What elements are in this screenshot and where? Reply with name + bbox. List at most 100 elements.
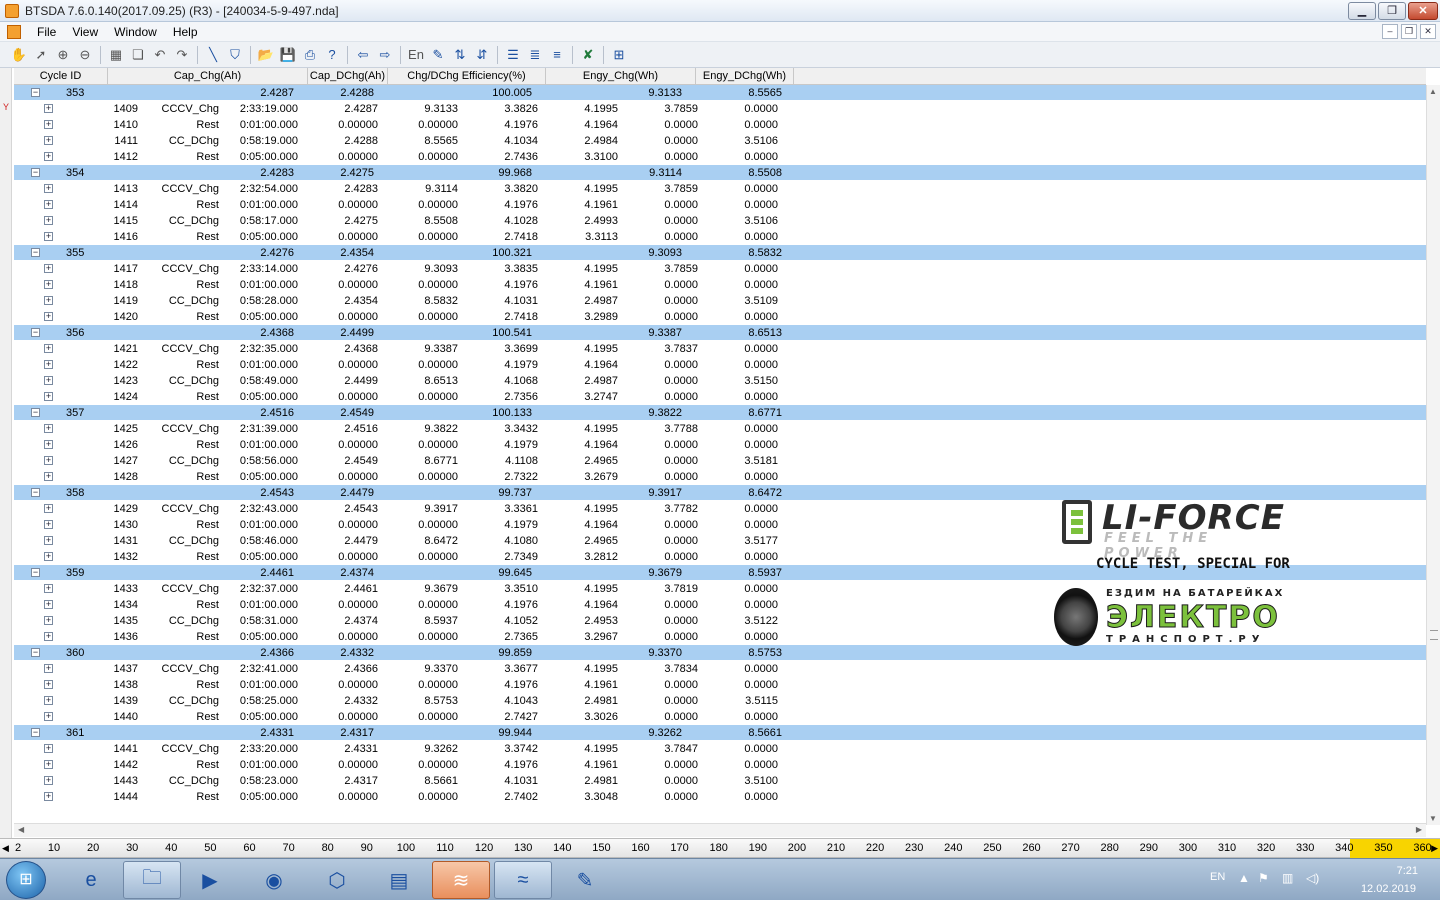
- step-row[interactable]: +1425 CCCV_Chg 2:31:39.000 2.4516 9.3822 3.34…: [14, 421, 1426, 437]
- expand-icon[interactable]: +: [44, 584, 53, 593]
- filter-icon[interactable]: ⛉: [224, 44, 246, 66]
- expand-icon[interactable]: +: [44, 264, 53, 273]
- expand-icon[interactable]: +: [44, 536, 53, 545]
- sort-desc-icon[interactable]: ⇵: [471, 44, 493, 66]
- expand-icon[interactable]: +: [44, 504, 53, 513]
- table-view-icon[interactable]: ☰: [502, 44, 524, 66]
- cycle-row[interactable]: − 356 2.4368 2.4499 100.541 9.3387 8.6513: [14, 325, 1426, 340]
- expand-icon[interactable]: +: [44, 664, 53, 673]
- expand-icon[interactable]: +: [44, 472, 53, 481]
- internet-explorer-icon[interactable]: e: [62, 861, 120, 899]
- media-player-icon[interactable]: ▶: [181, 861, 239, 899]
- expand-icon[interactable]: +: [44, 392, 53, 401]
- step-row[interactable]: +1413 CCCV_Chg 2:32:54.000 2.4283 9.3114 3.38…: [14, 181, 1426, 197]
- collapse-icon[interactable]: −: [31, 568, 40, 577]
- expand-icon[interactable]: +: [44, 184, 53, 193]
- expand-icon[interactable]: +: [44, 296, 53, 305]
- header-cap-dchg[interactable]: Cap_DChg(Ah): [308, 68, 388, 85]
- step-row[interactable]: +1409 CCCV_Chg 2:33:19.000 2.4287 9.3133 3.38…: [14, 101, 1426, 117]
- minimize-button[interactable]: ▁: [1348, 2, 1376, 20]
- scroll-left-icon[interactable]: ◀: [18, 825, 24, 834]
- line-tool-icon[interactable]: ╲: [202, 44, 224, 66]
- expand-icon[interactable]: +: [44, 424, 53, 433]
- step-row[interactable]: +1414 Rest 0:01:00.000 0.00000 0.00000 4.1976…: [14, 197, 1426, 213]
- clock-time[interactable]: 7:21: [1397, 865, 1418, 877]
- expand-icon[interactable]: +: [44, 232, 53, 241]
- header-cycle-id[interactable]: Cycle ID: [14, 68, 108, 85]
- expand-icon[interactable]: +: [44, 376, 53, 385]
- step-row[interactable]: +1444 Rest 0:05:00.000 0.00000 0.00000 2.7402…: [14, 789, 1426, 805]
- expand-icon[interactable]: +: [44, 744, 53, 753]
- start-button[interactable]: ⊞: [6, 861, 46, 899]
- step-row[interactable]: +1424 Rest 0:05:00.000 0.00000 0.00000 2.7356…: [14, 389, 1426, 405]
- expand-icon[interactable]: +: [44, 760, 53, 769]
- expand-icon[interactable]: +: [44, 280, 53, 289]
- step-row[interactable]: +1420 Rest 0:05:00.000 0.00000 0.00000 2.7418…: [14, 309, 1426, 325]
- detail-view-icon[interactable]: ≡: [546, 44, 568, 66]
- back-icon[interactable]: ⇦: [352, 44, 374, 66]
- menu-help[interactable]: Help: [165, 22, 206, 42]
- expand-icon[interactable]: +: [44, 360, 53, 369]
- menu-file[interactable]: File: [29, 22, 64, 42]
- expand-icon[interactable]: +: [44, 776, 53, 785]
- copy-icon[interactable]: ❏: [127, 44, 149, 66]
- scroll-up-icon[interactable]: ▲: [1429, 87, 1437, 96]
- file-explorer-icon[interactable]: 🗀: [123, 861, 181, 899]
- close-button[interactable]: ✕: [1408, 2, 1438, 20]
- expand-icon[interactable]: +: [44, 312, 53, 321]
- undo-icon[interactable]: ↶: [149, 44, 171, 66]
- expand-icon[interactable]: +: [44, 200, 53, 209]
- cycle-row[interactable]: − 361 2.4331 2.4317 99.944 9.3262 8.5661: [14, 725, 1426, 740]
- step-row[interactable]: +1442 Rest 0:01:00.000 0.00000 0.00000 4.1976…: [14, 757, 1426, 773]
- document-icon[interactable]: [7, 24, 21, 39]
- calculator-icon[interactable]: ▤: [370, 861, 428, 899]
- ruler-right-arrow-icon[interactable]: ▶: [1431, 843, 1438, 854]
- scroll-down-icon[interactable]: ▼: [1429, 814, 1437, 823]
- step-row[interactable]: +1426 Rest 0:01:00.000 0.00000 0.00000 4.1979…: [14, 437, 1426, 453]
- ruler-left-arrow-icon[interactable]: ◀: [2, 843, 9, 854]
- step-row[interactable]: +1422 Rest 0:01:00.000 0.00000 0.00000 4.1979…: [14, 357, 1426, 373]
- expand-icon[interactable]: +: [44, 680, 53, 689]
- step-row[interactable]: +1421 CCCV_Chg 2:32:35.000 2.4368 9.3387 3.36…: [14, 341, 1426, 357]
- expand-icon[interactable]: +: [44, 456, 53, 465]
- sort-asc-icon[interactable]: ⇅: [449, 44, 471, 66]
- step-row[interactable]: +1412 Rest 0:05:00.000 0.00000 0.00000 2.7436…: [14, 149, 1426, 165]
- expand-icon[interactable]: +: [44, 120, 53, 129]
- step-row[interactable]: +1423 CC_DChg 0:58:49.000 2.4499 8.6513 4.106…: [14, 373, 1426, 389]
- language-icon[interactable]: En: [405, 44, 427, 66]
- collapse-icon[interactable]: −: [31, 728, 40, 737]
- cycle-row[interactable]: − 354 2.4283 2.4275 99.968 9.3114 8.5508: [14, 165, 1426, 180]
- tray-expand-icon[interactable]: ▲: [1238, 871, 1250, 885]
- help-icon[interactable]: ?: [321, 44, 343, 66]
- header-cap-chg[interactable]: Cap_Chg(Ah): [108, 68, 308, 85]
- header-engy-dchg[interactable]: Engy_DChg(Wh): [696, 68, 794, 85]
- step-row[interactable]: +1417 CCCV_Chg 2:33:14.000 2.4276 9.3093 3.38…: [14, 261, 1426, 277]
- open-folder-icon[interactable]: 📂: [255, 44, 277, 66]
- collapse-icon[interactable]: −: [31, 168, 40, 177]
- expand-icon[interactable]: +: [44, 152, 53, 161]
- step-row[interactable]: +1443 CC_DChg 0:58:23.000 2.4317 8.5661 4.103…: [14, 773, 1426, 789]
- action-center-icon[interactable]: ⚑: [1258, 871, 1269, 885]
- expand-icon[interactable]: +: [44, 792, 53, 801]
- expand-icon[interactable]: +: [44, 344, 53, 353]
- network-icon[interactable]: ▥: [1282, 871, 1293, 885]
- collapse-icon[interactable]: −: [31, 648, 40, 657]
- step-row[interactable]: +1416 Rest 0:05:00.000 0.00000 0.00000 2.7418…: [14, 229, 1426, 245]
- step-row[interactable]: +1439 CC_DChg 0:58:25.000 2.4332 8.5753 4.104…: [14, 693, 1426, 709]
- collapse-icon[interactable]: −: [31, 88, 40, 97]
- expand-icon[interactable]: +: [44, 616, 53, 625]
- horizontal-scrollbar[interactable]: ◀ ▶: [14, 823, 1426, 837]
- forward-icon[interactable]: ⇨: [374, 44, 396, 66]
- list-view-icon[interactable]: ≣: [524, 44, 546, 66]
- volume-icon[interactable]: ◁): [1306, 871, 1319, 885]
- vertical-scrollbar[interactable]: ▲ ▼: [1426, 85, 1440, 825]
- marker-icon[interactable]: ✎: [427, 44, 449, 66]
- cycle-row[interactable]: − 353 2.4287 2.4288 100.005 9.3133 8.5565: [14, 85, 1426, 100]
- mdi-minimize-button[interactable]: –: [1382, 24, 1398, 39]
- expand-icon[interactable]: +: [44, 632, 53, 641]
- expand-icon[interactable]: +: [44, 104, 53, 113]
- print-icon[interactable]: ⎙: [299, 44, 321, 66]
- step-row[interactable]: +1411 CC_DChg 0:58:19.000 2.4288 8.5565 4.103…: [14, 133, 1426, 149]
- expand-icon[interactable]: +: [44, 520, 53, 529]
- step-row[interactable]: +1437 CCCV_Chg 2:32:41.000 2.4366 9.3370 3.36…: [14, 661, 1426, 677]
